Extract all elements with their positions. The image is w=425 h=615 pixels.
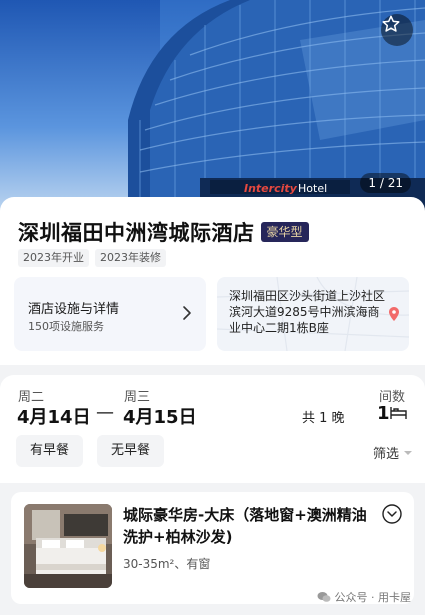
facilities-count: 150项设施服务: [28, 320, 104, 333]
bed-icon: [390, 407, 407, 419]
wechat-icon: [317, 592, 330, 602]
expand-chevron-icon[interactable]: [382, 504, 402, 524]
map-pin-icon: [389, 307, 399, 321]
room-photo: [24, 504, 112, 588]
watermark: 公众号 · 用卡屋: [317, 589, 412, 605]
star-outline-icon: [382, 15, 400, 32]
filter-dropdown[interactable]: 筛选: [373, 443, 413, 462]
date-separator: —: [96, 402, 114, 423]
hotel-info-card: 深圳福田中洲湾城际酒店 豪华型 2023年开业 2023年装修 酒店设施与详情 …: [0, 197, 425, 365]
photo-counter: 1 / 21: [360, 173, 411, 193]
room-name: 城际豪华房-大床（落地窗+澳洲精油洗护+柏林沙发): [123, 506, 367, 546]
checkin-date[interactable]: 4月14日: [17, 403, 91, 429]
grade-badge: 豪华型: [260, 222, 309, 242]
favorite-button[interactable]: [381, 14, 413, 46]
caret-down-icon: [404, 450, 412, 455]
checkout-date[interactable]: 4月15日: [123, 403, 197, 429]
chevron-right-icon: [183, 306, 191, 320]
svg-text:Intercity: Intercity: [244, 182, 298, 195]
watermark-text: 公众号 · 用卡屋: [334, 591, 412, 604]
hotel-address: 深圳福田区沙头街道上沙社区滨河大道9285号中洲滨海商业中心二期1栋B座: [229, 289, 386, 335]
filter-with-breakfast[interactable]: 有早餐: [16, 435, 84, 467]
tag-renovated: 2023年装修: [95, 249, 166, 267]
facilities-title: 酒店设施与详情: [28, 302, 120, 317]
hotel-name: 深圳福田中洲湾城际酒店: [18, 221, 255, 245]
hotel-photo-gallery[interactable]: Intercity Hotel 1 / 21: [0, 0, 425, 212]
room-card[interactable]: 城际豪华房-大床（落地窗+澳洲精油洗护+柏林沙发) 30-35m²、有窗: [11, 492, 414, 604]
hotel-tags: 2023年开业 2023年装修: [18, 249, 166, 267]
hotel-title-row: 深圳福田中洲湾城际酒店 豪华型: [18, 217, 309, 247]
hotel-sign-text: Hotel: [298, 182, 327, 195]
booking-date-card: 周二 4月14日 — 周三 4月15日 共 1 晚 间数 1 有早餐 无早餐 筛…: [0, 375, 425, 483]
address-map-button[interactable]: 深圳福田区沙头街道上沙社区滨河大道9285号中洲滨海商业中心二期1栋B座: [217, 277, 409, 351]
nights-count: 共 1 晚: [302, 411, 345, 426]
room-thumbnail[interactable]: [24, 504, 112, 588]
filter-dropdown-label: 筛选: [372, 447, 399, 462]
tag-opened: 2023年开业: [18, 249, 89, 267]
rooms-count[interactable]: 1: [377, 403, 390, 424]
filter-no-breakfast[interactable]: 无早餐: [97, 435, 165, 467]
room-spec: 30-35m²、有窗: [123, 557, 211, 571]
facilities-details-button[interactable]: 酒店设施与详情 150项设施服务: [14, 277, 206, 351]
